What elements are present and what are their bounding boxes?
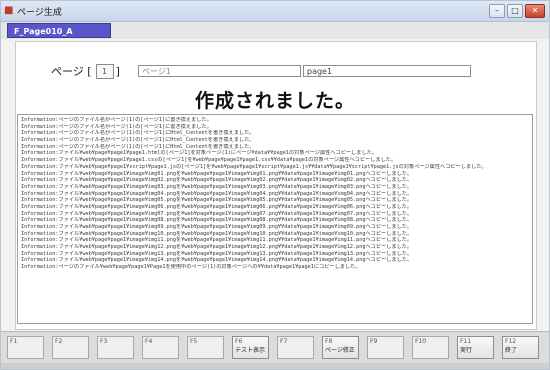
completion-message: 作成されました。 [194, 90, 355, 112]
log-line: Information:ページのファイル名がページ(1)の[ページ1]に置き換え… [21, 117, 212, 123]
page-number-field[interactable]: 1 [95, 63, 114, 79]
log-line: Information:ファイル¥web¥page¥page1¥image¥im… [21, 244, 413, 251]
page-bracket-close: ] [115, 64, 120, 78]
fkey-number: F3 [100, 338, 108, 345]
fkey-f9-button[interactable]: F9 [367, 336, 404, 359]
fkey-label: 終了 [505, 347, 518, 354]
window-title: ページ生成 [17, 8, 62, 18]
log-line: Information:ファイル¥web¥page¥page1¥image¥im… [21, 250, 413, 257]
log-line: Information:ファイル¥web¥page¥page1¥page1.ht… [21, 150, 378, 157]
minimize-button[interactable]: – [489, 4, 505, 18]
log-line: Information:ページのファイル名がページ(1)の[ページ1]にHtml… [21, 130, 255, 137]
fkey-number: F10 [415, 338, 427, 345]
page-name-input[interactable]: ページ1 [138, 65, 301, 77]
log-line: Information:ページのファイル名がページ(1)の[ページ1]にHtml… [21, 137, 255, 144]
log-line: Information:ファイル¥web¥page¥page1¥image¥im… [21, 177, 413, 184]
fkey-f6-button[interactable]: F6 テスト表示 [232, 336, 269, 359]
fkey-number: F7 [280, 338, 288, 345]
log-line: Information:ファイル¥web¥page¥page1¥image¥im… [21, 197, 413, 204]
window-controls: – □ ✕ [489, 4, 545, 18]
log-line: Information:ファイル¥web¥page¥page1¥image¥im… [21, 230, 413, 237]
app-window: ■ ページ生成 – □ ✕ F_Page010_A ページ [ 1 ] ページ1… [0, 0, 550, 370]
log-line: Information:ファイル¥web¥page¥page1¥image¥im… [21, 217, 413, 224]
fkey-f2-button[interactable]: F2 [52, 336, 89, 359]
log-line: Information:ページのファイル¥web¥page¥page1¥Page… [21, 264, 361, 271]
tab-strip: F_Page010_A [1, 22, 549, 39]
title-bar: ■ ページ生成 – □ ✕ [1, 1, 549, 22]
fkey-number: F9 [370, 338, 378, 345]
page-id-input[interactable]: page1 [303, 65, 471, 77]
log-line: Information:ファイル¥web¥page¥page1¥image¥im… [21, 190, 413, 197]
log-line: Information:ファイル¥web¥page¥page1¥image¥im… [21, 257, 413, 264]
log-line: Information:ページのファイル名がページ(1)の[ページ1]に置き換え… [21, 123, 212, 130]
log-line: Information:ファイル¥web¥page¥page1¥script¥p… [21, 163, 487, 170]
fkey-number: F8 [325, 338, 333, 345]
fkey-number: F6 [235, 338, 243, 345]
fkey-label: ページ修正 [325, 347, 355, 354]
log-line: Information:ファイル¥web¥page¥page1¥image¥im… [21, 210, 413, 217]
fkey-f3-button[interactable]: F3 [97, 336, 134, 359]
fkey-number: F5 [190, 338, 198, 345]
fkey-number: F1 [10, 338, 18, 345]
fkey-f11-button[interactable]: F11 実行 [457, 336, 494, 359]
page-label: ページ [ [51, 65, 92, 78]
fkey-number: F11 [460, 338, 472, 345]
log-output[interactable]: Information:ページのファイル名がページ(1)の[ページ1]に置き換え… [17, 114, 533, 324]
log-line: Information:ファイル¥web¥page¥page1¥image¥im… [21, 237, 413, 244]
fkey-f5-button[interactable]: F5 [187, 336, 224, 359]
fkey-f12-button[interactable]: F12 終了 [502, 336, 539, 359]
close-button[interactable]: ✕ [525, 4, 545, 18]
maximize-button[interactable]: □ [507, 4, 523, 18]
function-key-bar: F1 F2 F3 F4 F5 F6 テスト表示 F7 F8 ページ修正 F9 F10 F11 実行 F12 終… [1, 331, 549, 364]
log-line: Information:ファイル¥web¥page¥page1¥image¥im… [21, 203, 413, 210]
fkey-f7-button[interactable]: F7 [277, 336, 314, 359]
fkey-f1-button[interactable]: F1 [7, 336, 44, 359]
app-icon: ■ [4, 5, 14, 16]
log-line: Information:ファイル¥web¥page¥page1¥page1.cs… [21, 157, 397, 164]
fkey-label: 実行 [460, 347, 473, 354]
fkey-label: テスト表示 [235, 347, 266, 354]
status-bar [1, 363, 549, 369]
log-line: Information:ファイル¥web¥page¥page1¥image¥im… [21, 183, 413, 190]
fkey-number: F12 [505, 338, 517, 345]
page-field-row: ページ [ 1 ] [51, 63, 122, 79]
fkey-f10-button[interactable]: F10 [412, 336, 449, 359]
log-line: Information:ファイル¥web¥page¥page1¥image¥im… [21, 224, 413, 230]
log-line: Information:ファイル¥web¥page¥page1¥image¥im… [21, 170, 413, 177]
fkey-number: F4 [145, 338, 153, 345]
tab-form-id[interactable]: F_Page010_A [7, 23, 111, 38]
log-line: Information:ページのファイル名がページ(1)の[ページ1]にHtml… [21, 143, 255, 150]
fkey-f8-button[interactable]: F8 ページ修正 [322, 336, 359, 359]
fkey-number: F2 [55, 338, 63, 345]
fkey-f4-button[interactable]: F4 [142, 336, 179, 359]
